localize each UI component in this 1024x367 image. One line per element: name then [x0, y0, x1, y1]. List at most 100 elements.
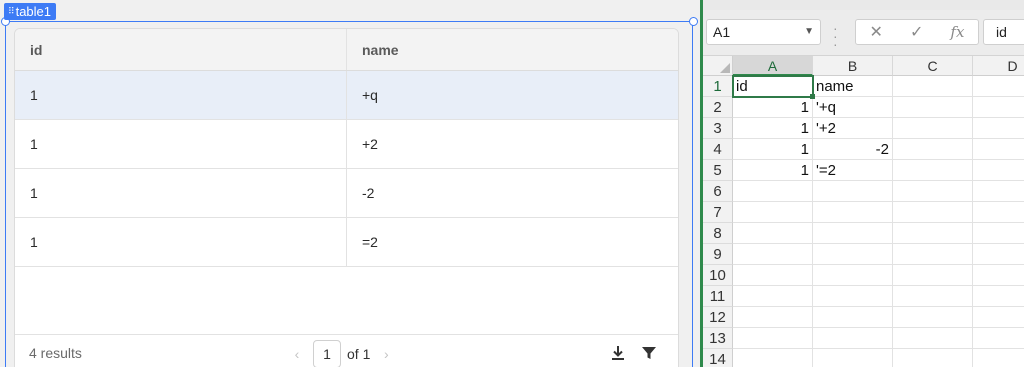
- cell-a14[interactable]: [733, 349, 813, 367]
- cell-c3[interactable]: [893, 118, 973, 139]
- cell-name: =2: [362, 234, 378, 250]
- cell-a3[interactable]: 1: [733, 118, 813, 139]
- cell-c11[interactable]: [893, 286, 973, 307]
- cell-b14[interactable]: [813, 349, 893, 367]
- cell-a7[interactable]: [733, 202, 813, 223]
- column-header-id[interactable]: id: [15, 29, 347, 70]
- cell-b12[interactable]: [813, 307, 893, 328]
- cell-b6[interactable]: [813, 181, 893, 202]
- row-header-7[interactable]: 7: [703, 202, 733, 223]
- cell-b11[interactable]: [813, 286, 893, 307]
- row-header-4[interactable]: 4: [703, 139, 733, 160]
- cell-b1[interactable]: name: [813, 76, 893, 97]
- cell-b13[interactable]: [813, 328, 893, 349]
- table-row[interactable]: 1 +2: [15, 120, 678, 169]
- row-header-13[interactable]: 13: [703, 328, 733, 349]
- next-page-button[interactable]: ›: [376, 341, 396, 367]
- cell-c1[interactable]: [893, 76, 973, 97]
- cell-a9[interactable]: [733, 244, 813, 265]
- cell-c13[interactable]: [893, 328, 973, 349]
- cell-c5[interactable]: [893, 160, 973, 181]
- cell-c2[interactable]: [893, 97, 973, 118]
- name-box[interactable]: A1 ▼: [706, 19, 821, 45]
- row-header-3[interactable]: 3: [703, 118, 733, 139]
- table-row[interactable]: 1 =2: [15, 218, 678, 267]
- cell-c8[interactable]: [893, 223, 973, 244]
- confirm-icon[interactable]: ✓: [910, 22, 923, 42]
- cell-a1[interactable]: id: [732, 75, 815, 99]
- prev-page-button[interactable]: ‹: [287, 341, 307, 367]
- column-header-name[interactable]: name: [347, 29, 678, 70]
- row-header-14[interactable]: 14: [703, 349, 733, 367]
- cell-d3[interactable]: [973, 118, 1024, 139]
- cell-b7[interactable]: [813, 202, 893, 223]
- cell-b10[interactable]: [813, 265, 893, 286]
- cell-b8[interactable]: [813, 223, 893, 244]
- column-header-d[interactable]: D: [973, 56, 1024, 76]
- cell-d11[interactable]: [973, 286, 1024, 307]
- column-header-a[interactable]: A: [733, 56, 813, 76]
- screen: ⠿ table1 id name 1 +q 1 +2 1 -2 1 =2 4 r…: [0, 0, 1024, 367]
- row-header-1[interactable]: 1: [703, 76, 733, 97]
- cell-a10[interactable]: [733, 265, 813, 286]
- cell-b4[interactable]: -2: [813, 139, 893, 160]
- cell-a8[interactable]: [733, 223, 813, 244]
- pagination: ‹ 1 of 1 ›: [287, 340, 396, 367]
- cell-c4[interactable]: [893, 139, 973, 160]
- page-number-input[interactable]: 1: [313, 340, 341, 367]
- cell-a13[interactable]: [733, 328, 813, 349]
- component-name-tag[interactable]: ⠿ table1: [4, 3, 57, 20]
- column-header-b[interactable]: B: [813, 56, 893, 76]
- row-header-12[interactable]: 12: [703, 307, 733, 328]
- cell-d6[interactable]: [973, 181, 1024, 202]
- cell-a12[interactable]: [733, 307, 813, 328]
- cell-a2[interactable]: 1: [733, 97, 813, 118]
- table-row[interactable]: 1 -2: [15, 169, 678, 218]
- cell-b2[interactable]: '+q: [813, 97, 893, 118]
- formula-input[interactable]: id: [983, 19, 1024, 45]
- column-header-c[interactable]: C: [893, 56, 973, 76]
- cell-d4[interactable]: [973, 139, 1024, 160]
- row-header-11[interactable]: 11: [703, 286, 733, 307]
- select-all-corner[interactable]: [703, 56, 733, 76]
- cell-c6[interactable]: [893, 181, 973, 202]
- cell-c14[interactable]: [893, 349, 973, 367]
- download-icon[interactable]: [609, 344, 627, 362]
- cell-c10[interactable]: [893, 265, 973, 286]
- cell-b9[interactable]: [813, 244, 893, 265]
- cell-d7[interactable]: [973, 202, 1024, 223]
- row-header-2[interactable]: 2: [703, 97, 733, 118]
- cell-c7[interactable]: [893, 202, 973, 223]
- chevron-down-icon[interactable]: ▼: [804, 20, 814, 44]
- cancel-icon[interactable]: ✕: [870, 22, 883, 42]
- cell-a6[interactable]: [733, 181, 813, 202]
- cell-d13[interactable]: [973, 328, 1024, 349]
- cell-d14[interactable]: [973, 349, 1024, 367]
- cell-d8[interactable]: [973, 223, 1024, 244]
- cell-d10[interactable]: [973, 265, 1024, 286]
- row-header-5[interactable]: 5: [703, 160, 733, 181]
- component-name: table1: [15, 4, 52, 19]
- drag-grip-icon[interactable]: ⠿: [8, 3, 15, 20]
- cell-c12[interactable]: [893, 307, 973, 328]
- cell-d1[interactable]: [973, 76, 1024, 97]
- row-header-9[interactable]: 9: [703, 244, 733, 265]
- cell-d5[interactable]: [973, 160, 1024, 181]
- cell-a5[interactable]: 1: [733, 160, 813, 181]
- cell-c9[interactable]: [893, 244, 973, 265]
- cell-d12[interactable]: [973, 307, 1024, 328]
- filter-icon[interactable]: [640, 344, 658, 362]
- cell-a11[interactable]: [733, 286, 813, 307]
- more-icon[interactable]: · · ·: [833, 21, 838, 51]
- cell-a4[interactable]: 1: [733, 139, 813, 160]
- table-row[interactable]: 1 +q: [15, 71, 678, 120]
- row-header-8[interactable]: 8: [703, 223, 733, 244]
- resize-handle-top-right[interactable]: [689, 17, 698, 26]
- row-header-10[interactable]: 10: [703, 265, 733, 286]
- function-icon[interactable]: fx: [950, 23, 964, 41]
- cell-d2[interactable]: [973, 97, 1024, 118]
- cell-b5[interactable]: '=2: [813, 160, 893, 181]
- row-header-6[interactable]: 6: [703, 181, 733, 202]
- cell-b3[interactable]: '+2: [813, 118, 893, 139]
- cell-d9[interactable]: [973, 244, 1024, 265]
